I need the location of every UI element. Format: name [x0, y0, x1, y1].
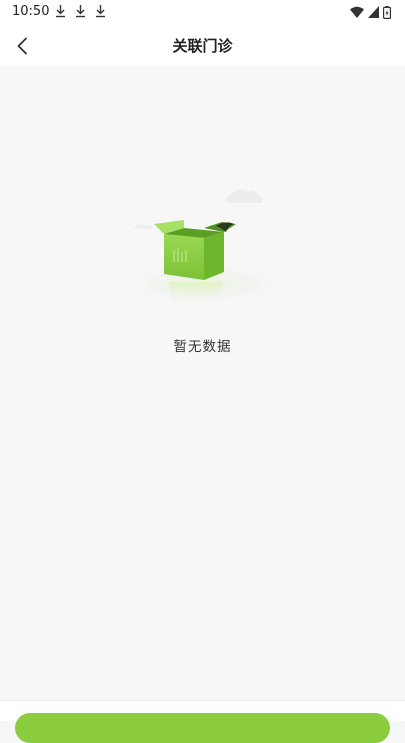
- bottom-bar: [0, 700, 405, 743]
- download-icon: [96, 5, 105, 18]
- status-time: 10:50: [12, 4, 50, 19]
- empty-box-illustration: [116, 189, 292, 308]
- page-title: 关联门诊: [172, 37, 233, 55]
- content-area: 暂无数据: [0, 66, 405, 706]
- nav-bar: 关联门诊: [0, 26, 405, 66]
- status-indicators: [350, 5, 391, 19]
- battery-icon: [383, 5, 391, 19]
- download-icon: [76, 5, 85, 18]
- empty-state-message: 暂无数据: [173, 339, 232, 355]
- status-bar: 10:50: [0, 0, 405, 26]
- wifi-icon: [350, 6, 364, 18]
- signal-icon: [368, 6, 379, 18]
- download-icon: [56, 5, 65, 18]
- bottom-action-button[interactable]: [15, 713, 390, 743]
